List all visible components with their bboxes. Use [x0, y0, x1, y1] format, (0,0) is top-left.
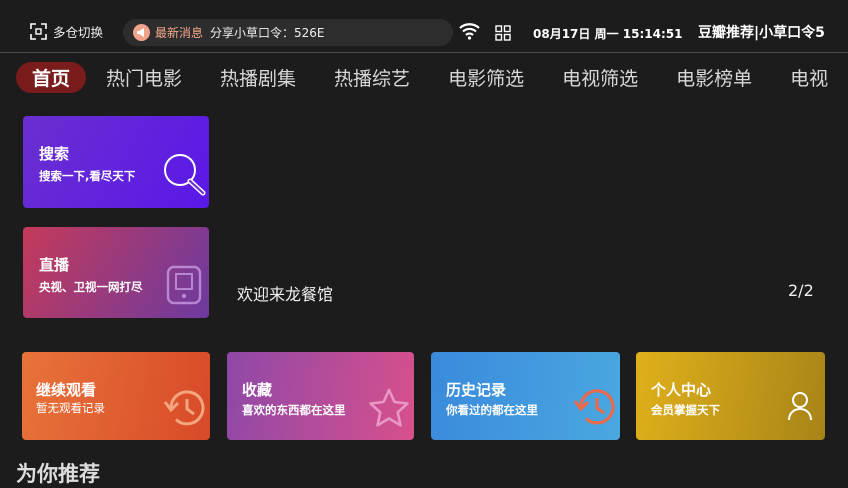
continue-card-title: 继续观看 — [36, 381, 97, 399]
datetime: 08月17日 周一 15:14:51 — [533, 27, 683, 41]
continue-card-subtitle: 暂无观看记录 — [36, 401, 105, 415]
tablet-icon — [166, 265, 202, 305]
top-bar: 多仓切换 最新消息 分享小草口令：526E 08月17日 周一 15:14:51… — [0, 0, 848, 53]
wifi-icon — [459, 23, 480, 40]
news-text: 分享小草口令：526E — [210, 26, 325, 40]
tab-hot-variety[interactable]: 热播综艺 — [334, 62, 410, 93]
search-icon — [164, 154, 206, 196]
apps-grid-icon[interactable] — [495, 25, 511, 41]
search-card[interactable]: 搜索 搜索一下,看尽天下 — [23, 116, 209, 208]
search-card-title: 搜索 — [39, 145, 70, 163]
search-card-subtitle: 搜索一下,看尽天下 — [39, 169, 136, 183]
history-card-title: 历史记录 — [446, 381, 507, 399]
favorites-card-title: 收藏 — [242, 381, 273, 399]
history-icon — [573, 389, 615, 425]
tab-tv-more[interactable]: 电视 — [790, 62, 828, 93]
banner-text: 欢迎来龙餐馆 — [237, 285, 334, 304]
brand-text: 豆瓣推荐|小草口令5 — [698, 25, 825, 41]
news-ticker[interactable]: 最新消息 分享小草口令：526E — [123, 19, 453, 46]
tab-movie-filter[interactable]: 电影筛选 — [448, 62, 524, 93]
profile-card-title: 个人中心 — [651, 381, 712, 399]
star-icon — [369, 388, 409, 427]
history-card[interactable]: 历史记录 你看过的都在这里 — [431, 352, 620, 440]
megaphone-icon — [133, 24, 150, 41]
tab-movie-chart[interactable]: 电影榜单 — [676, 62, 752, 93]
tab-tv-filter[interactable]: 电视筛选 — [562, 62, 638, 93]
history-icon — [163, 390, 205, 426]
store-switch-button[interactable]: 多仓切换 — [30, 22, 103, 41]
recommend-section-title: 为你推荐 — [16, 462, 100, 486]
category-tabs: 首页 热门电影 热播剧集 热播综艺 电影筛选 电视筛选 电影榜单 电视 — [16, 61, 848, 93]
tab-home[interactable]: 首页 — [16, 61, 87, 93]
continue-watching-card[interactable]: 继续观看 暂无观看记录 — [22, 352, 210, 440]
tab-hot-movies[interactable]: 热门电影 — [106, 62, 182, 93]
user-icon — [788, 392, 812, 421]
profile-card-subtitle: 会员掌握天下 — [651, 403, 720, 417]
live-card-subtitle: 央视、卫视一网打尽 — [39, 280, 143, 294]
live-card[interactable]: 直播 央视、卫视一网打尽 — [23, 227, 209, 318]
profile-card[interactable]: 个人中心 会员掌握天下 — [636, 352, 825, 440]
live-card-title: 直播 — [39, 256, 70, 274]
store-switch-label: 多仓切换 — [53, 25, 104, 40]
favorites-card[interactable]: 收藏 喜欢的东西都在这里 — [227, 352, 414, 440]
store-switch-icon — [30, 23, 47, 40]
news-tag: 最新消息 — [155, 26, 204, 40]
tab-hot-series[interactable]: 热播剧集 — [220, 62, 296, 93]
favorites-card-subtitle: 喜欢的东西都在这里 — [242, 403, 346, 417]
history-card-subtitle: 你看过的都在这里 — [446, 403, 538, 417]
banner-pager: 2/2 — [788, 281, 814, 300]
